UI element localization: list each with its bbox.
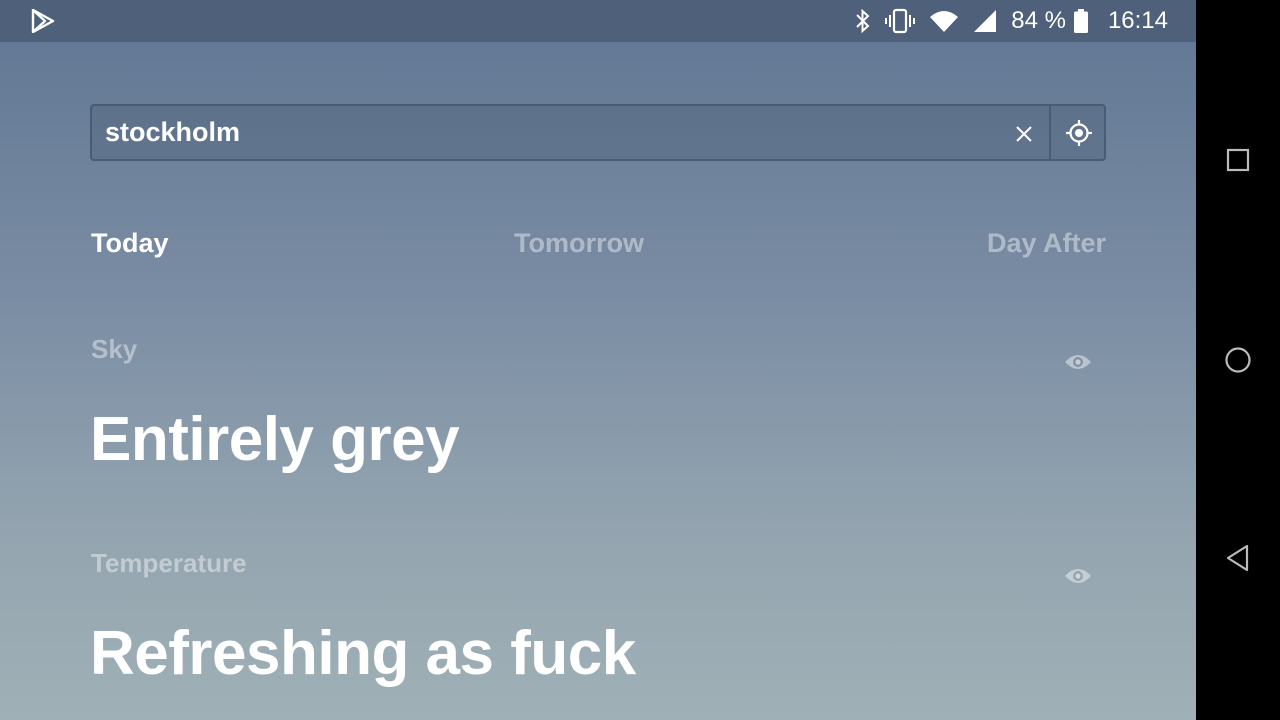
battery-icon xyxy=(1073,9,1088,33)
tab-today[interactable]: Today xyxy=(91,228,169,259)
sky-value: Entirely grey xyxy=(90,405,460,474)
search-divider xyxy=(1049,106,1051,159)
day-tabs: Today Tomorrow Day After xyxy=(90,228,1106,268)
wifi-icon xyxy=(929,9,959,33)
battery-percent: 84 % xyxy=(1011,7,1066,34)
eye-icon xyxy=(1065,569,1091,583)
back-triangle-icon xyxy=(1226,544,1249,572)
app-screen: 84 % 16:14 stockholm Today Tomorrow Day … xyxy=(0,0,1196,720)
eye-icon xyxy=(1065,355,1091,369)
crosshair-location-icon xyxy=(1066,119,1092,146)
clear-search-button[interactable] xyxy=(1004,114,1044,154)
search-bar xyxy=(90,104,1106,161)
signal-icon xyxy=(973,9,997,33)
temperature-visibility-button[interactable] xyxy=(1062,564,1094,588)
tab-day-after[interactable]: Day After xyxy=(987,228,1106,259)
play-store-icon xyxy=(30,8,60,34)
home-circle-icon xyxy=(1225,347,1251,373)
clock: 16:14 xyxy=(1107,7,1168,34)
back-button[interactable] xyxy=(1218,538,1258,578)
status-bar: 84 % 16:14 xyxy=(0,0,1196,42)
sky-visibility-button[interactable] xyxy=(1062,350,1094,374)
locate-button[interactable] xyxy=(1052,106,1106,159)
bluetooth-icon xyxy=(855,8,871,34)
recents-button[interactable] xyxy=(1218,140,1258,180)
status-icons: 84 % 16:14 xyxy=(841,0,1168,42)
vibrate-icon xyxy=(885,8,916,34)
close-icon xyxy=(1016,126,1032,142)
tab-tomorrow[interactable]: Tomorrow xyxy=(514,228,644,259)
temperature-label: Temperature xyxy=(91,548,247,578)
sky-label: Sky xyxy=(91,334,138,364)
navigation-bar xyxy=(1196,0,1280,720)
temperature-value: Refreshing as fuck xyxy=(90,619,636,688)
home-button[interactable] xyxy=(1218,340,1258,380)
search-input[interactable] xyxy=(92,106,1042,159)
recents-square-icon xyxy=(1226,148,1250,172)
